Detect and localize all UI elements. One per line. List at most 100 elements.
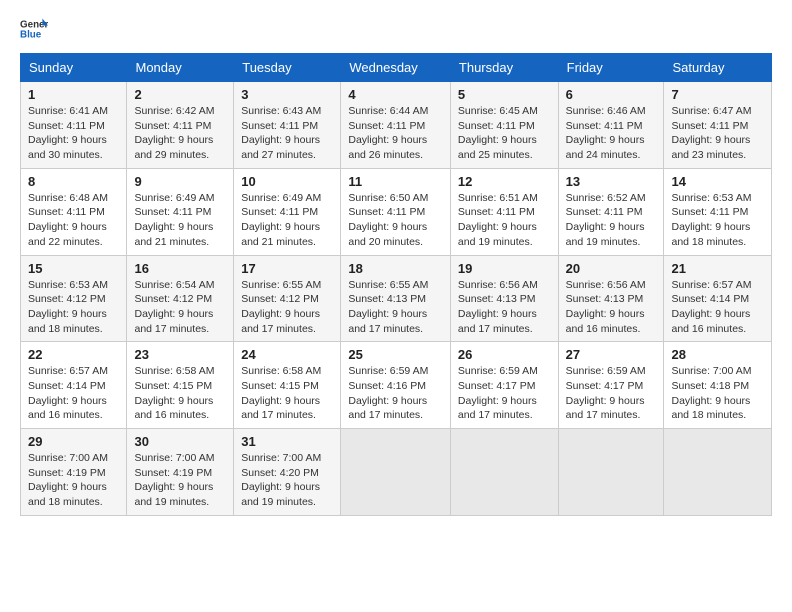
daylight-label: Daylight: 9 hours and 19 minutes. [566,221,645,248]
day-info: Sunrise: 6:52 AM Sunset: 4:11 PM Dayligh… [566,191,657,250]
sunrise-label: Sunrise: 6:59 AM [458,365,538,377]
day-info: Sunrise: 6:59 AM Sunset: 4:17 PM Dayligh… [566,364,657,423]
sunrise-label: Sunrise: 6:49 AM [241,192,321,204]
daylight-label: Daylight: 9 hours and 26 minutes. [348,134,427,161]
daylight-label: Daylight: 9 hours and 25 minutes. [458,134,537,161]
daylight-label: Daylight: 9 hours and 17 minutes. [348,395,427,422]
day-info: Sunrise: 6:58 AM Sunset: 4:15 PM Dayligh… [241,364,333,423]
svg-text:Blue: Blue [20,29,42,40]
day-number: 14 [671,174,764,189]
calendar-cell: 18 Sunrise: 6:55 AM Sunset: 4:13 PM Dayl… [341,255,451,342]
sunset-label: Sunset: 4:13 PM [566,293,644,305]
day-number: 8 [28,174,119,189]
calendar-cell: 27 Sunrise: 6:59 AM Sunset: 4:17 PM Dayl… [558,342,664,429]
calendar-cell: 14 Sunrise: 6:53 AM Sunset: 4:11 PM Dayl… [664,168,772,255]
daylight-label: Daylight: 9 hours and 20 minutes. [348,221,427,248]
day-info: Sunrise: 6:58 AM Sunset: 4:15 PM Dayligh… [134,364,226,423]
daylight-label: Daylight: 9 hours and 17 minutes. [134,308,213,335]
daylight-label: Daylight: 9 hours and 17 minutes. [241,395,320,422]
sunrise-label: Sunrise: 6:49 AM [134,192,214,204]
sunset-label: Sunset: 4:15 PM [134,380,212,392]
sunrise-label: Sunrise: 6:59 AM [566,365,646,377]
sunset-label: Sunset: 4:17 PM [458,380,536,392]
sunrise-label: Sunrise: 7:00 AM [134,452,214,464]
calendar-cell: 5 Sunrise: 6:45 AM Sunset: 4:11 PM Dayli… [450,82,558,169]
calendar-cell: 28 Sunrise: 7:00 AM Sunset: 4:18 PM Dayl… [664,342,772,429]
calendar-week-4: 22 Sunrise: 6:57 AM Sunset: 4:14 PM Dayl… [21,342,772,429]
day-number: 10 [241,174,333,189]
sunset-label: Sunset: 4:11 PM [28,206,105,218]
sunrise-label: Sunrise: 6:58 AM [134,365,214,377]
day-number: 17 [241,261,333,276]
daylight-label: Daylight: 9 hours and 16 minutes. [671,308,750,335]
sunset-label: Sunset: 4:11 PM [566,120,643,132]
daylight-label: Daylight: 9 hours and 29 minutes. [134,134,213,161]
calendar-cell [664,429,772,516]
day-info: Sunrise: 6:44 AM Sunset: 4:11 PM Dayligh… [348,104,443,163]
calendar-cell: 16 Sunrise: 6:54 AM Sunset: 4:12 PM Dayl… [127,255,234,342]
calendar-cell: 15 Sunrise: 6:53 AM Sunset: 4:12 PM Dayl… [21,255,127,342]
sunrise-label: Sunrise: 7:00 AM [28,452,108,464]
weekday-header-tuesday: Tuesday [234,54,341,82]
calendar-cell: 31 Sunrise: 7:00 AM Sunset: 4:20 PM Dayl… [234,429,341,516]
day-number: 18 [348,261,443,276]
sunset-label: Sunset: 4:11 PM [134,206,211,218]
day-number: 27 [566,347,657,362]
day-number: 29 [28,434,119,449]
sunset-label: Sunset: 4:15 PM [241,380,319,392]
day-info: Sunrise: 7:00 AM Sunset: 4:18 PM Dayligh… [671,364,764,423]
day-info: Sunrise: 7:00 AM Sunset: 4:19 PM Dayligh… [134,451,226,510]
calendar-cell [341,429,451,516]
day-number: 12 [458,174,551,189]
sunset-label: Sunset: 4:13 PM [458,293,536,305]
weekday-header-sunday: Sunday [21,54,127,82]
sunset-label: Sunset: 4:11 PM [671,206,748,218]
calendar-cell: 26 Sunrise: 6:59 AM Sunset: 4:17 PM Dayl… [450,342,558,429]
calendar-cell [558,429,664,516]
day-info: Sunrise: 6:43 AM Sunset: 4:11 PM Dayligh… [241,104,333,163]
sunrise-label: Sunrise: 6:41 AM [28,105,108,117]
day-info: Sunrise: 6:42 AM Sunset: 4:11 PM Dayligh… [134,104,226,163]
daylight-label: Daylight: 9 hours and 17 minutes. [458,308,537,335]
sunrise-label: Sunrise: 6:58 AM [241,365,321,377]
sunrise-label: Sunrise: 6:50 AM [348,192,428,204]
sunrise-label: Sunrise: 6:55 AM [241,279,321,291]
day-info: Sunrise: 6:48 AM Sunset: 4:11 PM Dayligh… [28,191,119,250]
calendar-week-1: 1 Sunrise: 6:41 AM Sunset: 4:11 PM Dayli… [21,82,772,169]
day-info: Sunrise: 6:55 AM Sunset: 4:12 PM Dayligh… [241,278,333,337]
sunset-label: Sunset: 4:11 PM [458,206,535,218]
day-info: Sunrise: 6:51 AM Sunset: 4:11 PM Dayligh… [458,191,551,250]
calendar-cell: 22 Sunrise: 6:57 AM Sunset: 4:14 PM Dayl… [21,342,127,429]
sunrise-label: Sunrise: 6:59 AM [348,365,428,377]
sunrise-label: Sunrise: 6:57 AM [28,365,108,377]
daylight-label: Daylight: 9 hours and 18 minutes. [28,481,107,508]
calendar-cell: 10 Sunrise: 6:49 AM Sunset: 4:11 PM Dayl… [234,168,341,255]
sunset-label: Sunset: 4:11 PM [458,120,535,132]
daylight-label: Daylight: 9 hours and 24 minutes. [566,134,645,161]
calendar-cell: 11 Sunrise: 6:50 AM Sunset: 4:11 PM Dayl… [341,168,451,255]
sunset-label: Sunset: 4:11 PM [348,120,425,132]
day-number: 1 [28,87,119,102]
header: General Blue [20,15,772,43]
sunset-label: Sunset: 4:14 PM [671,293,749,305]
sunrise-label: Sunrise: 7:00 AM [671,365,751,377]
sunrise-label: Sunrise: 6:46 AM [566,105,646,117]
sunrise-label: Sunrise: 6:51 AM [458,192,538,204]
daylight-label: Daylight: 9 hours and 19 minutes. [241,481,320,508]
sunset-label: Sunset: 4:11 PM [28,120,105,132]
weekday-header-wednesday: Wednesday [341,54,451,82]
calendar-week-2: 8 Sunrise: 6:48 AM Sunset: 4:11 PM Dayli… [21,168,772,255]
day-number: 25 [348,347,443,362]
daylight-label: Daylight: 9 hours and 23 minutes. [671,134,750,161]
sunset-label: Sunset: 4:11 PM [241,206,318,218]
weekday-header-friday: Friday [558,54,664,82]
sunrise-label: Sunrise: 6:47 AM [671,105,751,117]
calendar-cell: 23 Sunrise: 6:58 AM Sunset: 4:15 PM Dayl… [127,342,234,429]
day-info: Sunrise: 6:57 AM Sunset: 4:14 PM Dayligh… [671,278,764,337]
day-info: Sunrise: 6:47 AM Sunset: 4:11 PM Dayligh… [671,104,764,163]
daylight-label: Daylight: 9 hours and 21 minutes. [241,221,320,248]
day-info: Sunrise: 6:57 AM Sunset: 4:14 PM Dayligh… [28,364,119,423]
calendar-week-5: 29 Sunrise: 7:00 AM Sunset: 4:19 PM Dayl… [21,429,772,516]
sunrise-label: Sunrise: 6:44 AM [348,105,428,117]
calendar-cell: 24 Sunrise: 6:58 AM Sunset: 4:15 PM Dayl… [234,342,341,429]
